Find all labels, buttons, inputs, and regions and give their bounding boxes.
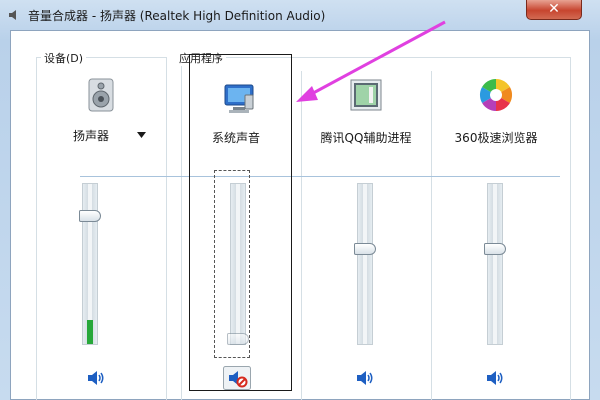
speaker-device-icon [88,78,114,112]
mixer-client-area: 设备(D) 应用程序 扬声器 系统声音 腾讯QQ辅助进程 360极速浏览器 [10,30,590,400]
speaker-mute-icon[interactable] [351,366,379,390]
qq-helper-volume-thumb[interactable] [354,243,376,255]
browser-360-icon [479,78,513,112]
browser-360-column: 360极速浏览器 [431,31,561,400]
qq-helper-name: 腾讯QQ辅助进程 [320,131,412,145]
device-column: 扬声器 [36,31,166,400]
speaker-mute-icon[interactable] [82,366,110,390]
volume-mixer-window: 音量合成器 - 扬声器 (Realtek High Definition Aud… [0,0,600,400]
qq-helper-icon [350,79,382,111]
slider-track [493,184,497,344]
browser-360-name: 360极速浏览器 [454,131,538,145]
speaker-title-icon [9,10,16,20]
device-group-frame-right [166,57,167,400]
device-volume-thumb[interactable] [79,210,101,222]
slider-focus-rectangle [214,170,250,358]
qq-helper-column: 腾讯QQ辅助进程 [301,31,431,400]
browser-360-volume-thumb[interactable] [484,243,506,255]
close-button[interactable]: ✕ [526,0,582,20]
peak-level-meter [87,320,93,344]
device-volume-slider[interactable] [82,183,98,345]
chevron-down-icon[interactable] [137,132,146,138]
window-title: 音量合成器 - 扬声器 (Realtek High Definition Aud… [28,9,326,23]
qq-helper-volume-slider[interactable] [357,183,373,345]
master-volume-guide-line [80,176,560,177]
title-bar: 音量合成器 - 扬声器 (Realtek High Definition Aud… [0,0,600,30]
apps-group-frame-right [570,57,571,400]
speaker-mute-icon[interactable] [481,366,509,390]
browser-360-volume-slider[interactable] [487,183,503,345]
close-icon: ✕ [548,1,560,17]
slider-track [363,184,367,344]
